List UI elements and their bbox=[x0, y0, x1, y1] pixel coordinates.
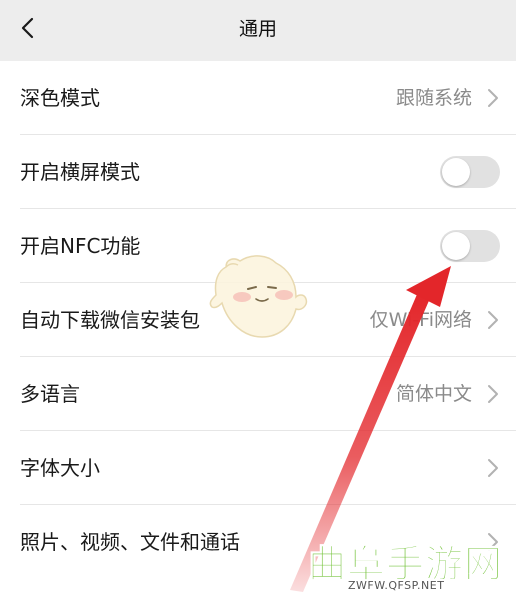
chevron-right-icon bbox=[488, 89, 498, 107]
setting-label: 字体大小 bbox=[20, 456, 100, 480]
setting-row-media-files-calls[interactable]: 照片、视频、文件和通话 bbox=[0, 505, 516, 579]
setting-label: 开启NFC功能 bbox=[20, 234, 141, 258]
settings-list: 深色模式 跟随系统 开启横屏模式 开启NFC功能 自动下载微信安装包 仅Wi-F… bbox=[0, 61, 516, 594]
setting-value: 简体中文 bbox=[395, 383, 472, 405]
setting-label: 照片、视频、文件和通话 bbox=[20, 530, 240, 554]
chevron-right-icon bbox=[488, 385, 498, 403]
setting-value: 跟随系统 bbox=[395, 87, 472, 109]
setting-value: 仅Wi-Fi网络 bbox=[369, 309, 472, 331]
setting-row-landscape-mode: 开启横屏模式 bbox=[0, 135, 516, 209]
setting-label: 开启横屏模式 bbox=[20, 160, 140, 184]
setting-row-font-size[interactable]: 字体大小 bbox=[0, 431, 516, 505]
setting-row-language[interactable]: 多语言 简体中文 bbox=[0, 357, 516, 431]
setting-row-auto-download[interactable]: 自动下载微信安装包 仅Wi-Fi网络 bbox=[0, 283, 516, 357]
chevron-right-icon bbox=[488, 533, 498, 551]
setting-label: 自动下载微信安装包 bbox=[20, 308, 200, 332]
setting-row-nfc: 开启NFC功能 bbox=[0, 209, 516, 283]
toggle-knob bbox=[442, 232, 470, 260]
setting-label: 多语言 bbox=[20, 382, 80, 406]
landscape-mode-toggle[interactable] bbox=[440, 156, 500, 188]
page-title: 通用 bbox=[238, 18, 277, 40]
toggle-knob bbox=[442, 158, 470, 186]
chevron-right-icon bbox=[488, 311, 498, 329]
setting-row-dark-mode[interactable]: 深色模式 跟随系统 bbox=[0, 61, 516, 135]
setting-label: 深色模式 bbox=[20, 86, 100, 110]
nfc-toggle[interactable] bbox=[440, 230, 500, 262]
chevron-right-icon bbox=[488, 459, 498, 477]
title-bar: 通用 bbox=[0, 0, 516, 61]
